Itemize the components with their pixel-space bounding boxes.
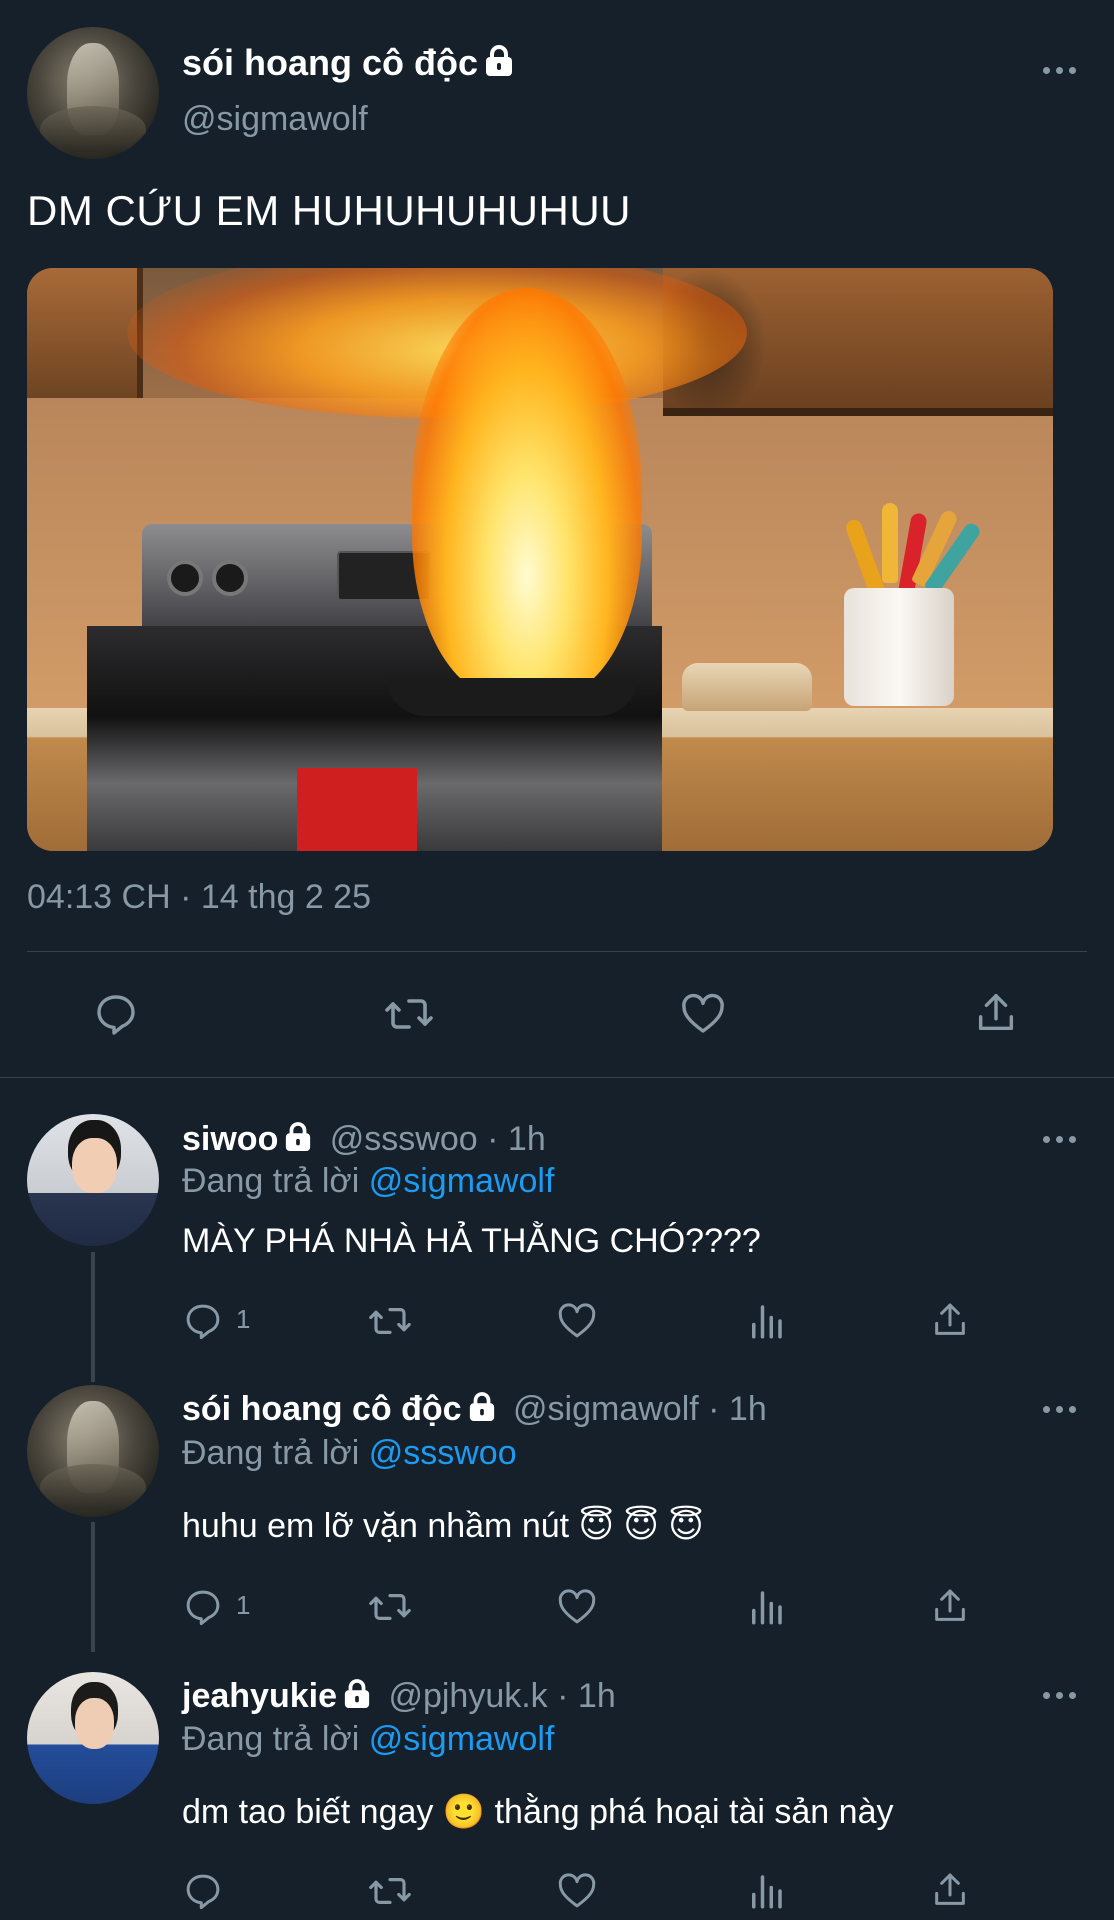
time[interactable]: · 1h xyxy=(557,1677,616,1715)
replying-to: Đang trả lời @ssswoo xyxy=(182,1434,517,1473)
like-icon[interactable] xyxy=(556,1586,598,1628)
reply-count: 1 xyxy=(236,1590,251,1620)
analytics-icon[interactable] xyxy=(745,1300,787,1342)
stove-knob xyxy=(212,560,248,596)
display-name[interactable]: sói hoang cô độc xyxy=(182,42,514,84)
share-icon[interactable] xyxy=(973,990,1019,1036)
avatar[interactable] xyxy=(27,27,159,159)
retweet-icon[interactable] xyxy=(367,1586,413,1628)
lock-icon xyxy=(484,45,514,77)
flame xyxy=(412,288,642,698)
display-name[interactable]: jeahyukie xyxy=(182,1677,337,1715)
avatar[interactable] xyxy=(27,1672,159,1804)
avatar[interactable] xyxy=(27,1385,159,1517)
display-name[interactable]: siwoo xyxy=(182,1120,278,1158)
handle[interactable]: @pjhyuk.k xyxy=(388,1677,547,1715)
display-name[interactable]: sói hoang cô độc xyxy=(182,1390,462,1428)
more-icon[interactable] xyxy=(1043,1134,1077,1144)
utensil xyxy=(882,503,898,583)
time[interactable]: · 1h xyxy=(487,1120,546,1158)
reply-text: MÀY PHÁ NHÀ HẢ THẰNG CHÓ???? xyxy=(182,1222,761,1260)
bread xyxy=(682,663,812,711)
analytics-icon[interactable] xyxy=(745,1586,787,1628)
lock-icon xyxy=(343,1679,371,1709)
mention-link[interactable]: @sigmawolf xyxy=(369,1720,555,1758)
reply-count: 1 xyxy=(236,1304,251,1334)
replying-to: Đang trả lời @sigmawolf xyxy=(182,1162,554,1201)
reply-icon[interactable] xyxy=(182,1300,224,1342)
time[interactable]: · 1h xyxy=(708,1390,767,1428)
replying-prefix: Đang trả lời xyxy=(182,1434,360,1472)
analytics-icon[interactable] xyxy=(745,1870,787,1912)
retweet-icon[interactable] xyxy=(367,1300,413,1342)
frying-pan xyxy=(387,678,637,716)
like-icon[interactable] xyxy=(556,1870,598,1912)
lock-icon xyxy=(468,1392,496,1422)
reply-text: dm tao biết ngay 🙂 thằng phá hoại tài sả… xyxy=(182,1793,894,1831)
replying-prefix: Đang trả lời xyxy=(182,1720,360,1758)
share-icon[interactable] xyxy=(930,1300,970,1340)
reply-icon[interactable] xyxy=(182,1870,224,1912)
red-towel xyxy=(297,768,417,851)
handle[interactable]: @ssswoo xyxy=(330,1120,478,1158)
share-icon[interactable] xyxy=(930,1586,970,1626)
mention-link[interactable]: @sigmawolf xyxy=(369,1162,555,1200)
handle[interactable]: @sigmawolf xyxy=(513,1390,699,1428)
replying-to: Đang trả lời @sigmawolf xyxy=(182,1720,554,1759)
more-icon[interactable] xyxy=(1043,1404,1077,1414)
share-icon[interactable] xyxy=(930,1870,970,1910)
replying-prefix: Đang trả lời xyxy=(182,1162,360,1200)
handle[interactable]: @sigmawolf xyxy=(182,100,368,139)
mention-link[interactable]: @ssswoo xyxy=(369,1434,517,1472)
tweet-image[interactable] xyxy=(27,268,1053,851)
like-icon[interactable] xyxy=(556,1300,598,1342)
like-icon[interactable] xyxy=(679,990,727,1038)
reply-icon[interactable] xyxy=(182,1586,224,1628)
avatar[interactable] xyxy=(27,1114,159,1246)
divider xyxy=(27,951,1087,952)
reply-header: siwoo @ssswoo · 1h xyxy=(182,1120,546,1159)
thread-line xyxy=(91,1252,95,1382)
reply-header: jeahyukie @pjhyuk.k · 1h xyxy=(182,1677,616,1716)
divider xyxy=(0,1077,1114,1078)
cabinet-left xyxy=(27,268,143,398)
more-icon[interactable] xyxy=(1043,1690,1077,1700)
counter-right xyxy=(657,708,1053,851)
timestamp[interactable]: 04:13 CH · 14 thg 2 25 xyxy=(27,878,371,917)
reply-header: sói hoang cô độc @sigmawolf · 1h xyxy=(182,1390,767,1429)
display-name-text[interactable]: sói hoang cô độc xyxy=(182,42,478,83)
reply-icon[interactable] xyxy=(92,990,140,1038)
reply-text: huhu em lỡ vặn nhầm nút 😇 😇 😇 xyxy=(182,1507,704,1545)
retweet-icon[interactable] xyxy=(367,1870,413,1912)
counter-left xyxy=(27,708,87,851)
stove-knob xyxy=(167,560,203,596)
tweet-text: DM CỨU EM HUHUHUHUHUU xyxy=(27,187,631,234)
thread-line xyxy=(91,1522,95,1652)
retweet-icon[interactable] xyxy=(383,990,435,1038)
lock-icon xyxy=(284,1122,312,1152)
more-icon[interactable] xyxy=(1043,65,1077,75)
utensil-jar xyxy=(844,588,954,706)
